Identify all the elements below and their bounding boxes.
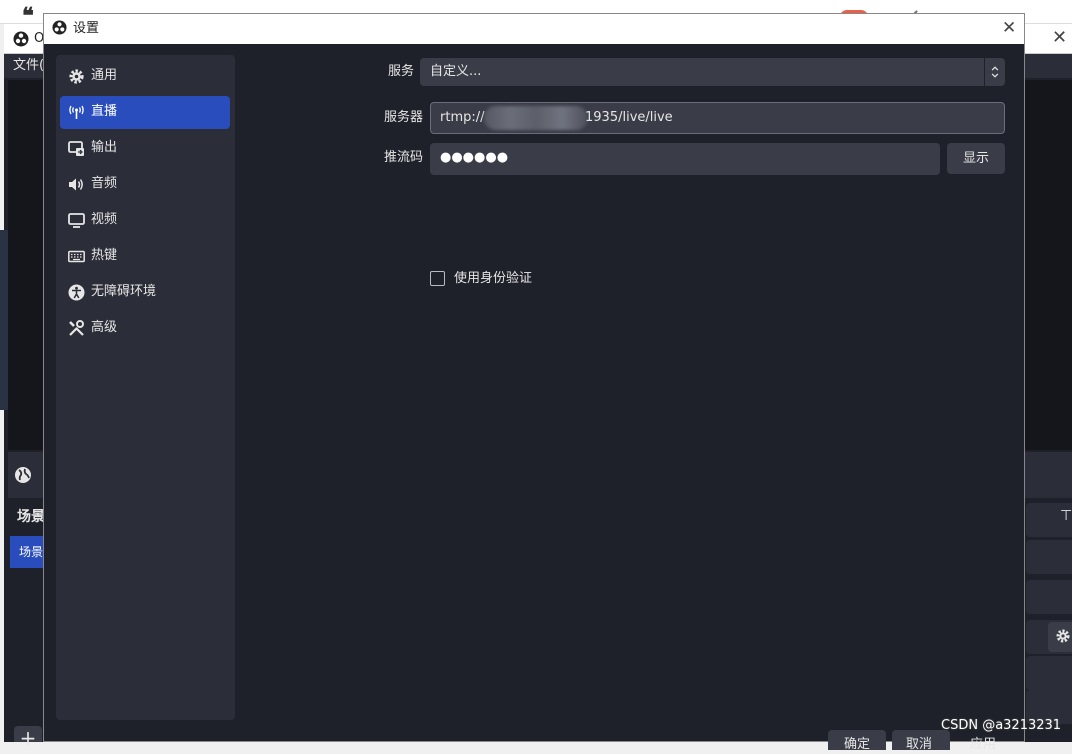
quote-glyph: ❝ [22, 3, 34, 29]
ok-button-label: 确定 [844, 737, 871, 752]
accessibility-icon [68, 284, 85, 301]
background-left-strip [0, 230, 8, 410]
sidebar-item-stream[interactable]: 直播 [60, 96, 230, 129]
keyboard-icon [68, 250, 85, 263]
sidebar-item-accessibility[interactable]: 无障碍环境 [60, 276, 230, 309]
sidebar-item-label: 直播 [91, 104, 118, 119]
speaker-icon [69, 178, 83, 191]
sidebar-item-hotkeys[interactable]: 热键 [60, 240, 230, 273]
service-label: 服务 [388, 64, 415, 79]
server-input-value-prefix: rtmp:// [440, 110, 485, 125]
right-dock-row [1026, 656, 1072, 690]
gear-icon [1056, 629, 1070, 643]
settings-close-icon[interactable]: ✕ [1002, 18, 1016, 38]
sidebar-item-audio[interactable]: 音频 [60, 168, 230, 201]
cancel-button-label: 取消 [906, 737, 933, 752]
server-label: 服务器 [384, 110, 424, 125]
sidebar-item-label: 无障碍环境 [91, 284, 157, 299]
monitor-icon [68, 213, 85, 228]
sidebar-item-label: 热键 [91, 248, 118, 263]
use-auth-label[interactable]: 使用身份验证 [454, 270, 532, 288]
sidebar-item-label: 通用 [91, 68, 118, 83]
stream-key-value: ●●●●●● [440, 150, 509, 165]
globe-icon[interactable] [14, 466, 32, 484]
add-scene-button[interactable]: + [14, 726, 42, 750]
use-auth-checkbox[interactable] [430, 271, 445, 286]
scene-list-item-label: 场景 [19, 545, 44, 559]
service-select-value: 自定义... [430, 64, 482, 79]
right-dock-row [1026, 540, 1072, 574]
sidebar-item-label: 高级 [91, 320, 118, 335]
tools-icon [69, 320, 84, 336]
menu-file[interactable]: 文件( [13, 58, 44, 74]
sidebar-item-label: 视频 [91, 212, 118, 227]
settings-titlebar [44, 14, 1024, 44]
service-select[interactable] [420, 58, 1005, 86]
chevron-updown-icon [984, 58, 999, 86]
antenna-icon [69, 105, 84, 119]
sidebar-item-advanced[interactable]: 高级 [60, 312, 230, 345]
stream-key-label: 推流码 [384, 150, 424, 165]
apply-button-label[interactable]: 应用 [970, 736, 996, 754]
settings-title: 设置 [73, 21, 100, 36]
sidebar-item-output[interactable]: 输出 [60, 132, 230, 165]
sidebar-item-video[interactable]: 视频 [60, 204, 230, 237]
server-redacted-blur [484, 106, 588, 130]
gear-icon [69, 69, 84, 84]
obs-logo-icon [52, 20, 67, 35]
show-key-button-label: 显示 [963, 151, 990, 166]
server-input-value-suffix: 1935/live/live [585, 110, 673, 125]
obs-logo-icon [13, 31, 29, 47]
filter-icon[interactable]: ⊤ [1060, 507, 1072, 525]
output-icon [68, 141, 84, 156]
obs-main-close-icon[interactable]: ✕ [1052, 28, 1067, 48]
sidebar-item-label: 音频 [91, 176, 118, 191]
scenes-dock-title: 场景 [17, 509, 45, 525]
sidebar-item-label: 输出 [91, 140, 118, 155]
sidebar-item-general[interactable]: 通用 [60, 60, 230, 93]
right-dock-row [1026, 580, 1072, 614]
watermark: CSDN @a3213231 [941, 718, 1062, 733]
